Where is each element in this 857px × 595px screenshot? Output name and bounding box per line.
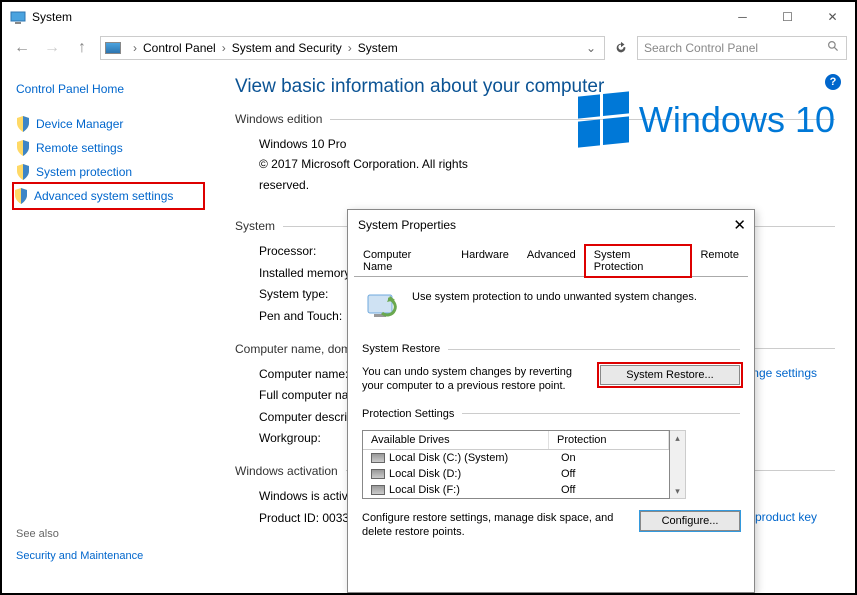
up-button[interactable]: ↑ bbox=[70, 36, 94, 60]
navigation-bar: ← → ↑ › Control Panel › System and Secur… bbox=[2, 32, 855, 64]
section-label: Windows edition bbox=[235, 112, 322, 126]
intro-text: Use system protection to undo unwanted s… bbox=[412, 287, 697, 303]
minimize-button[interactable]: ─ bbox=[720, 2, 765, 32]
drive-name: Local Disk (C:) (System) bbox=[389, 452, 508, 464]
system-icon bbox=[10, 9, 26, 25]
see-also-label: See also bbox=[16, 528, 201, 540]
group-title: Protection Settings bbox=[362, 408, 454, 420]
configure-button[interactable]: Configure... bbox=[640, 511, 740, 531]
configure-text: Configure restore settings, manage disk … bbox=[362, 511, 628, 540]
dropdown-icon[interactable]: ⌄ bbox=[586, 41, 596, 55]
shield-icon bbox=[16, 164, 30, 180]
windows-logo: Windows 10 bbox=[578, 94, 835, 145]
search-icon bbox=[827, 40, 840, 56]
tab-hardware[interactable]: Hardware bbox=[452, 245, 518, 277]
system-restore-group: System Restore You can undo system chang… bbox=[362, 343, 740, 394]
group-title: System Restore bbox=[362, 343, 440, 355]
breadcrumb-item[interactable]: Control Panel bbox=[143, 41, 216, 55]
breadcrumb[interactable]: › Control Panel › System and Security › … bbox=[100, 36, 605, 60]
maximize-button[interactable]: ☐ bbox=[765, 2, 810, 32]
tab-remote[interactable]: Remote bbox=[691, 245, 748, 277]
breadcrumb-item[interactable]: System and Security bbox=[232, 41, 342, 55]
table-row[interactable]: Local Disk (D:) Off bbox=[363, 466, 669, 482]
dialog-close-button[interactable]: ✕ bbox=[733, 216, 746, 234]
dialog-body: Use system protection to undo unwanted s… bbox=[348, 277, 754, 563]
tab-advanced[interactable]: Advanced bbox=[518, 245, 585, 277]
tab-system-protection[interactable]: System Protection bbox=[585, 245, 692, 277]
shield-icon bbox=[16, 116, 30, 132]
drives-table: Available Drives Protection Local Disk (… bbox=[362, 430, 670, 499]
forward-button[interactable]: → bbox=[40, 36, 64, 60]
scroll-down-icon[interactable]: ▾ bbox=[675, 484, 680, 498]
sidebar-item-label: Advanced system settings bbox=[34, 189, 173, 203]
windows-logo-icon bbox=[578, 91, 629, 147]
monitor-icon bbox=[105, 42, 121, 54]
system-protection-icon bbox=[362, 287, 402, 327]
scrollbar[interactable]: ▴ ▾ bbox=[670, 430, 686, 499]
drive-status: Off bbox=[553, 468, 669, 480]
drive-name: Local Disk (F:) bbox=[389, 484, 460, 496]
drive-icon bbox=[371, 485, 385, 495]
section-label: System bbox=[235, 219, 275, 233]
chevron-right-icon: › bbox=[133, 41, 137, 55]
back-button[interactable]: ← bbox=[10, 36, 34, 60]
dialog-tabs: Computer Name Hardware Advanced System P… bbox=[354, 244, 748, 277]
restore-text: You can undo system changes by reverting… bbox=[362, 365, 588, 394]
drive-status: Off bbox=[553, 484, 669, 496]
close-button[interactable]: ✕ bbox=[810, 2, 855, 32]
protection-settings-group: Protection Settings Available Drives Pro… bbox=[362, 408, 740, 540]
security-maintenance-link[interactable]: Security and Maintenance bbox=[16, 550, 201, 562]
column-header[interactable]: Available Drives bbox=[363, 431, 549, 449]
refresh-button[interactable] bbox=[611, 38, 631, 58]
sidebar-item-label: Device Manager bbox=[36, 117, 123, 131]
system-properties-dialog: System Properties ✕ Computer Name Hardwa… bbox=[347, 209, 755, 593]
control-panel-home-link[interactable]: Control Panel Home bbox=[16, 82, 201, 96]
drive-status: On bbox=[553, 452, 669, 464]
section-label: Computer name, dom bbox=[235, 342, 351, 356]
tab-computer-name[interactable]: Computer Name bbox=[354, 245, 452, 277]
dialog-titlebar: System Properties ✕ bbox=[348, 210, 754, 244]
sidebar: Control Panel Home Device Manager Remote… bbox=[2, 64, 215, 593]
sidebar-item-label: System protection bbox=[36, 165, 132, 179]
breadcrumb-item[interactable]: System bbox=[358, 41, 398, 55]
search-input[interactable]: Search Control Panel bbox=[637, 36, 847, 60]
dialog-title: System Properties bbox=[358, 218, 733, 232]
search-placeholder: Search Control Panel bbox=[644, 41, 758, 55]
sidebar-system-protection[interactable]: System protection bbox=[16, 160, 201, 184]
titlebar: System ─ ☐ ✕ bbox=[2, 2, 855, 32]
copyright-text: © 2017 Microsoft Corporation. All rights… bbox=[259, 154, 479, 195]
drive-icon bbox=[371, 453, 385, 463]
table-row[interactable]: Local Disk (C:) (System) On bbox=[363, 450, 669, 466]
column-header[interactable]: Protection bbox=[549, 431, 669, 449]
table-row[interactable]: Local Disk (F:) Off bbox=[363, 482, 669, 498]
drive-name: Local Disk (D:) bbox=[389, 468, 461, 480]
system-restore-button[interactable]: System Restore... bbox=[600, 365, 740, 385]
window-title: System bbox=[32, 10, 72, 24]
scroll-up-icon[interactable]: ▴ bbox=[675, 431, 680, 445]
shield-icon bbox=[14, 188, 28, 204]
chevron-right-icon: › bbox=[222, 41, 226, 55]
sidebar-advanced-system-settings[interactable]: Advanced system settings bbox=[12, 182, 205, 210]
chevron-right-icon: › bbox=[348, 41, 352, 55]
table-header: Available Drives Protection bbox=[363, 431, 669, 450]
sidebar-remote-settings[interactable]: Remote settings bbox=[16, 136, 201, 160]
shield-icon bbox=[16, 140, 30, 156]
section-label: Windows activation bbox=[235, 464, 338, 478]
drive-icon bbox=[371, 469, 385, 479]
window-controls: ─ ☐ ✕ bbox=[720, 2, 855, 32]
sidebar-item-label: Remote settings bbox=[36, 141, 123, 155]
windows-logo-text: Windows 10 bbox=[639, 99, 835, 141]
sidebar-device-manager[interactable]: Device Manager bbox=[16, 112, 201, 136]
see-also-section: See also Security and Maintenance bbox=[16, 528, 201, 562]
